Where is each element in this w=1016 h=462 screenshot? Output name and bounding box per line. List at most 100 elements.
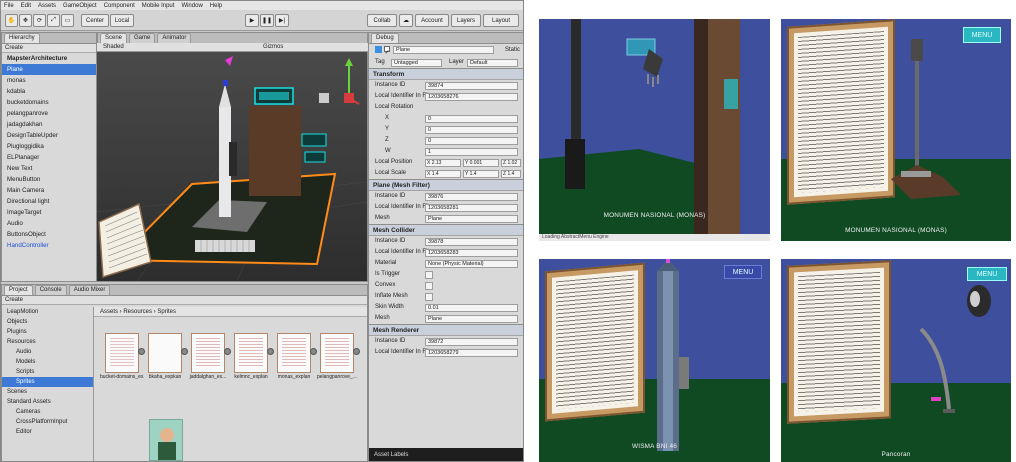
scale-tool-icon[interactable]: ⤢ [47, 14, 60, 27]
rotate-tool-icon[interactable]: ⟳ [33, 14, 46, 27]
field-value[interactable]: 39872 [425, 338, 518, 346]
hand-tool-icon[interactable]: ✋ [5, 14, 18, 27]
sprite-thumbnail[interactable] [320, 333, 354, 373]
hierarchy-item[interactable]: Main Camera [2, 185, 96, 196]
expand-arrow-icon[interactable] [353, 348, 360, 355]
scale-x-field[interactable]: X 1.4 [425, 170, 461, 178]
field-value[interactable]: 39878 [425, 238, 518, 246]
field-value[interactable]: 39874 [425, 82, 518, 90]
sprite-thumbnail[interactable] [191, 333, 225, 373]
hierarchy-item[interactable]: ELPlanager [2, 152, 96, 163]
folder-item[interactable]: Sprites [2, 377, 93, 387]
folder-item[interactable]: Plugins [2, 327, 93, 337]
scene-viewport[interactable] [97, 52, 367, 281]
hierarchy-item[interactable]: Plugloggidika [2, 141, 96, 152]
position-z-field[interactable]: Z 1.02 [501, 159, 521, 167]
folder-item[interactable]: Scripts [2, 367, 93, 377]
hierarchy-item[interactable]: ButtonsObject [2, 229, 96, 240]
menu-button[interactable]: MENU [724, 265, 762, 279]
menu-button[interactable]: MENU [963, 27, 1001, 43]
pivot-local-button[interactable]: Local [110, 14, 134, 27]
character-thumbnail[interactable] [149, 419, 183, 461]
play-icon[interactable]: ▶ [245, 14, 259, 27]
folder-item[interactable]: Cameras [2, 407, 93, 417]
hierarchy-item[interactable]: Plane [2, 64, 96, 75]
expand-arrow-icon[interactable] [181, 348, 188, 355]
is-trigger-checkbox[interactable] [425, 271, 433, 279]
sprite-thumbnail[interactable] [148, 333, 182, 373]
pause-icon[interactable]: ❚❚ [260, 14, 274, 27]
tab-project[interactable]: Project [4, 285, 33, 295]
transform-header[interactable]: Transform [369, 68, 523, 80]
inflate-mesh-checkbox[interactable] [425, 293, 433, 301]
folder-item[interactable]: Resources [2, 337, 93, 347]
hierarchy-create-button[interactable]: Create [2, 44, 96, 53]
hierarchy-item[interactable]: Directional light [2, 196, 96, 207]
sprite-thumbnail[interactable] [234, 333, 268, 373]
tab-hierarchy[interactable]: Hierarchy [4, 33, 40, 43]
tab-animator[interactable]: Animator [157, 33, 192, 43]
hierarchy-item[interactable]: ImageTarget [2, 207, 96, 218]
account-button[interactable]: Account [415, 14, 449, 27]
gizmos-dropdown[interactable]: Gizmos [263, 43, 283, 52]
hierarchy-item[interactable]: kdabla [2, 86, 96, 97]
sprite-thumbnail[interactable] [277, 333, 311, 373]
position-x-field[interactable]: X 2.13 [425, 159, 461, 167]
expand-arrow-icon[interactable] [310, 348, 317, 355]
hierarchy-item[interactable]: HandController [2, 240, 96, 251]
mesh-renderer-header[interactable]: Mesh Renderer [369, 324, 523, 336]
field-value[interactable]: 39876 [425, 193, 518, 201]
menu-window[interactable]: Window [181, 3, 202, 9]
tag-dropdown[interactable]: Untagged [391, 59, 442, 67]
static-toggle[interactable]: Static [505, 44, 520, 57]
expand-arrow-icon[interactable] [224, 348, 231, 355]
asset-labels-bar[interactable]: Asset Labels [369, 448, 523, 461]
expand-arrow-icon[interactable] [138, 348, 145, 355]
scale-y-field[interactable]: Y 1.4 [463, 170, 499, 178]
tab-game[interactable]: Game [129, 33, 156, 43]
tab-inspector-debug[interactable]: Debug [371, 33, 399, 43]
folder-item[interactable]: Standard Assets [2, 397, 93, 407]
active-checkbox[interactable]: ✓ [383, 46, 390, 56]
cloud-icon[interactable]: ☁ [399, 14, 413, 27]
position-y-field[interactable]: Y 0.001 [463, 159, 499, 167]
menu-help[interactable]: Help [210, 3, 222, 9]
field-value[interactable]: 0.01 [425, 304, 518, 312]
field-value[interactable]: 1203658281 [425, 204, 518, 212]
folder-item[interactable]: Editor [2, 427, 93, 437]
tab-console[interactable]: Console [34, 285, 67, 295]
tab-scene[interactable]: Scene [100, 33, 128, 43]
pivot-center-button[interactable]: Center [81, 14, 109, 27]
layers-button[interactable]: Layers [451, 14, 481, 27]
hierarchy-item[interactable]: bucketdomains [2, 97, 96, 108]
folder-item[interactable]: LeapMotion [2, 307, 93, 317]
object-name-field[interactable]: Plane [393, 46, 494, 54]
project-breadcrumb[interactable]: Assets › Resources › Sprites [94, 307, 367, 317]
tab-audio-mixer[interactable]: Audio Mixer [68, 285, 111, 295]
hierarchy-item[interactable]: Audio [2, 218, 96, 229]
field-value[interactable]: Plane [425, 315, 518, 323]
layer-dropdown[interactable]: Default [467, 59, 518, 67]
hierarchy-item[interactable]: jadagdakhan [2, 119, 96, 130]
field-value[interactable]: Plane [425, 215, 518, 223]
hierarchy-item[interactable]: pelangpanrove [2, 108, 96, 119]
folder-item[interactable]: CrossPlatformInput [2, 417, 93, 427]
folder-item[interactable]: Audio [2, 347, 93, 357]
rect-tool-icon[interactable]: ▭ [61, 14, 74, 27]
move-tool-icon[interactable]: ✥ [19, 14, 32, 27]
folder-item[interactable]: Models [2, 357, 93, 367]
collab-button[interactable]: Collab [367, 14, 397, 27]
step-icon[interactable]: ▶| [275, 14, 289, 27]
field-value[interactable]: 0 [425, 126, 518, 134]
project-create-button[interactable]: Create [2, 296, 367, 305]
sprite-thumbnail[interactable] [105, 333, 139, 373]
field-value[interactable]: 1 [425, 148, 518, 156]
folder-item[interactable]: Objects [2, 317, 93, 327]
field-value[interactable]: 1203658279 [425, 349, 518, 357]
mesh-collider-header[interactable]: Mesh Collider [369, 224, 523, 236]
scale-z-field[interactable]: Z 1.4 [501, 170, 521, 178]
hierarchy-item[interactable]: New Text [2, 163, 96, 174]
mesh-filter-header[interactable]: Plane (Mesh Filter) [369, 179, 523, 191]
menu-edit[interactable]: Edit [21, 3, 31, 9]
field-value[interactable]: 0 [425, 137, 518, 145]
